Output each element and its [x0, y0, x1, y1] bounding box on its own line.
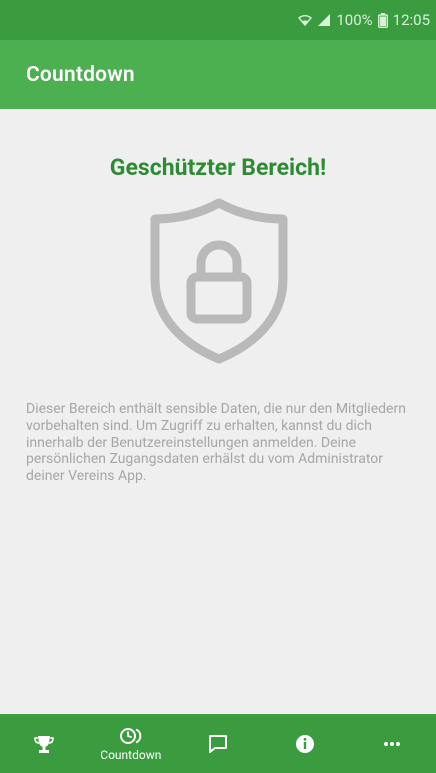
countdown-icon	[119, 726, 143, 746]
protected-area-message: Dieser Bereich enthält sensible Daten, d…	[26, 401, 406, 485]
nav-item-chat[interactable]	[174, 714, 261, 773]
protected-area-heading: Geschützter Bereich!	[109, 154, 327, 181]
info-icon	[294, 733, 316, 755]
shield-lock-icon	[145, 197, 293, 365]
nav-item-trophy[interactable]	[0, 714, 87, 773]
nav-item-info[interactable]	[262, 714, 349, 773]
protected-area-panel: Geschützter Bereich! Dieser Bereich enth…	[0, 109, 436, 714]
trophy-icon	[33, 733, 55, 755]
battery-percent: 100%	[336, 11, 373, 29]
status-bar: 100% 12:05	[0, 0, 436, 40]
wifi-icon	[298, 13, 313, 27]
nav-item-countdown[interactable]: Countdown	[87, 714, 174, 773]
nav-label-countdown: Countdown	[100, 747, 162, 762]
battery-icon	[377, 12, 388, 28]
nav-item-more[interactable]	[349, 714, 436, 773]
page-title: Countdown	[26, 62, 135, 87]
chat-icon	[207, 733, 229, 755]
signal-icon	[317, 13, 331, 27]
clock: 12:05	[392, 11, 430, 29]
bottom-navigation: Countdown	[0, 714, 436, 773]
app-bar: Countdown	[0, 40, 436, 109]
more-icon	[381, 733, 403, 755]
app-screen: 100% 12:05 Countdown Geschützter Bereich…	[0, 0, 436, 773]
